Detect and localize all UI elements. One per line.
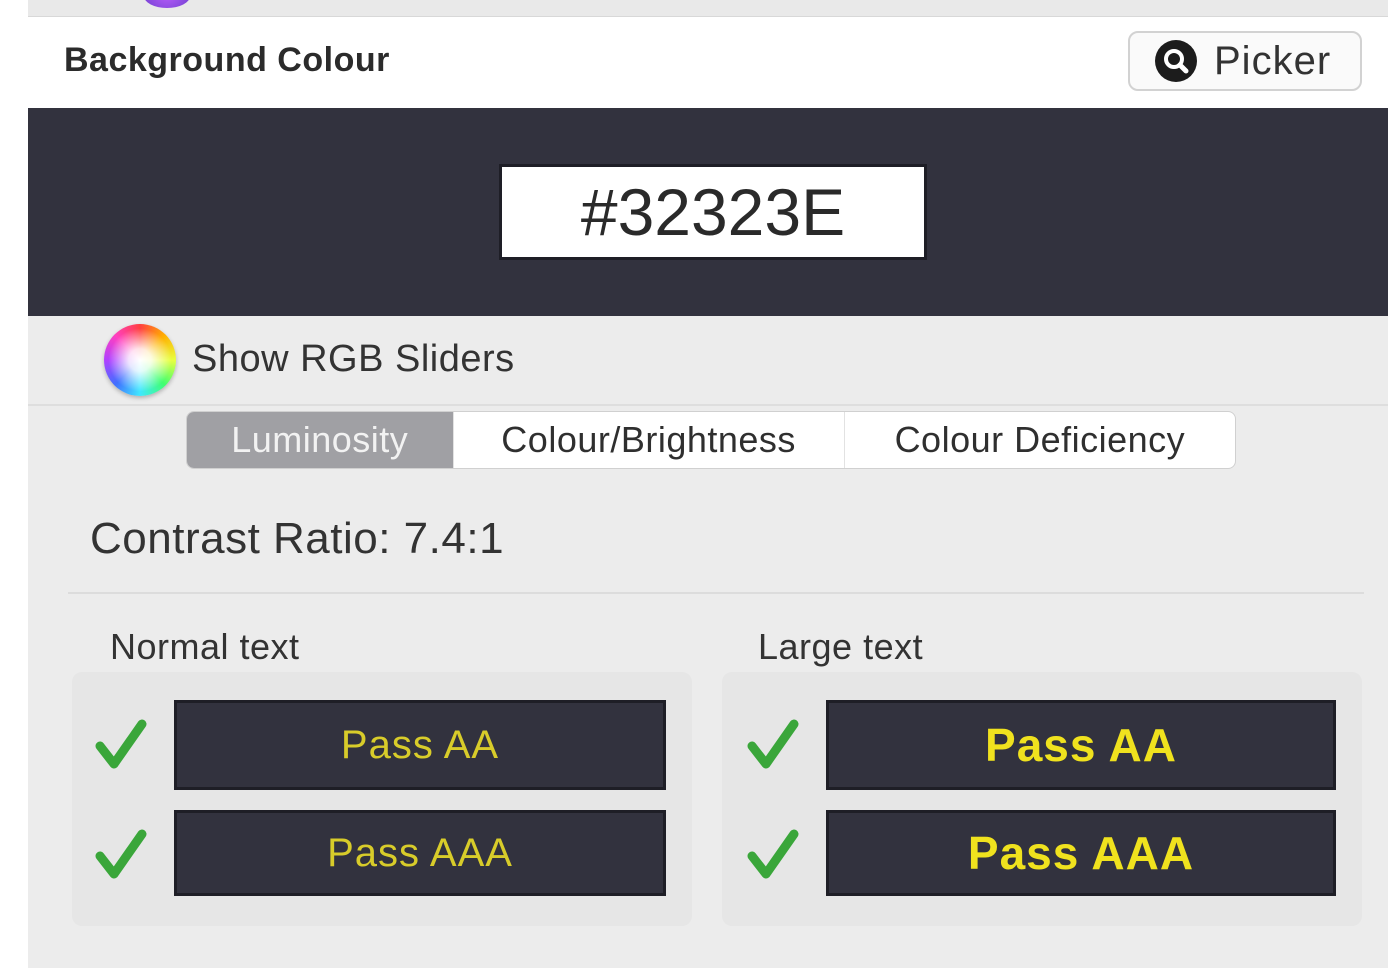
normal-text-label: Normal text (110, 626, 300, 667)
normal-text-results: Pass AA Pass AAA (72, 672, 692, 926)
large-pass-aaa: Pass AAA (826, 810, 1336, 896)
section-title: Background Colour (64, 41, 390, 79)
tab-luminosity[interactable]: Luminosity (187, 412, 453, 468)
background-colour-swatch (28, 108, 1388, 316)
normal-pass-aa: Pass AA (174, 700, 666, 790)
checkmark-icon (95, 829, 147, 879)
rgb-sliders-row: Show RGB Sliders (28, 316, 1388, 406)
contrast-ratio: Contrast Ratio: 7.4:1 (90, 514, 505, 563)
picker-button[interactable]: Picker (1128, 31, 1362, 91)
checkmark-icon (747, 719, 799, 769)
color-wheel-icon[interactable] (104, 324, 176, 396)
tab-colour-brightness[interactable]: Colour/Brightness (452, 412, 844, 468)
hex-colour-input[interactable] (499, 164, 927, 260)
top-strip (28, 0, 1388, 17)
divider (68, 592, 1364, 594)
large-pass-aa: Pass AA (826, 700, 1336, 790)
checkmark-icon (95, 719, 147, 769)
mode-segmented-control: Luminosity Colour/Brightness Colour Defi… (186, 411, 1236, 469)
foreground-color-wheel-icon[interactable] (144, 0, 190, 8)
left-edge (0, 0, 28, 968)
normal-pass-aaa: Pass AAA (174, 810, 666, 896)
background-colour-header: Background Colour Picker (28, 17, 1388, 108)
tab-colour-deficiency[interactable]: Colour Deficiency (843, 412, 1235, 468)
picker-label: Picker (1214, 38, 1332, 83)
checkmark-icon (747, 829, 799, 879)
large-text-results: Pass AA Pass AAA (722, 672, 1362, 926)
show-rgb-sliders-label[interactable]: Show RGB Sliders (192, 338, 515, 381)
large-text-label: Large text (758, 626, 924, 667)
magnifier-icon (1155, 40, 1197, 82)
